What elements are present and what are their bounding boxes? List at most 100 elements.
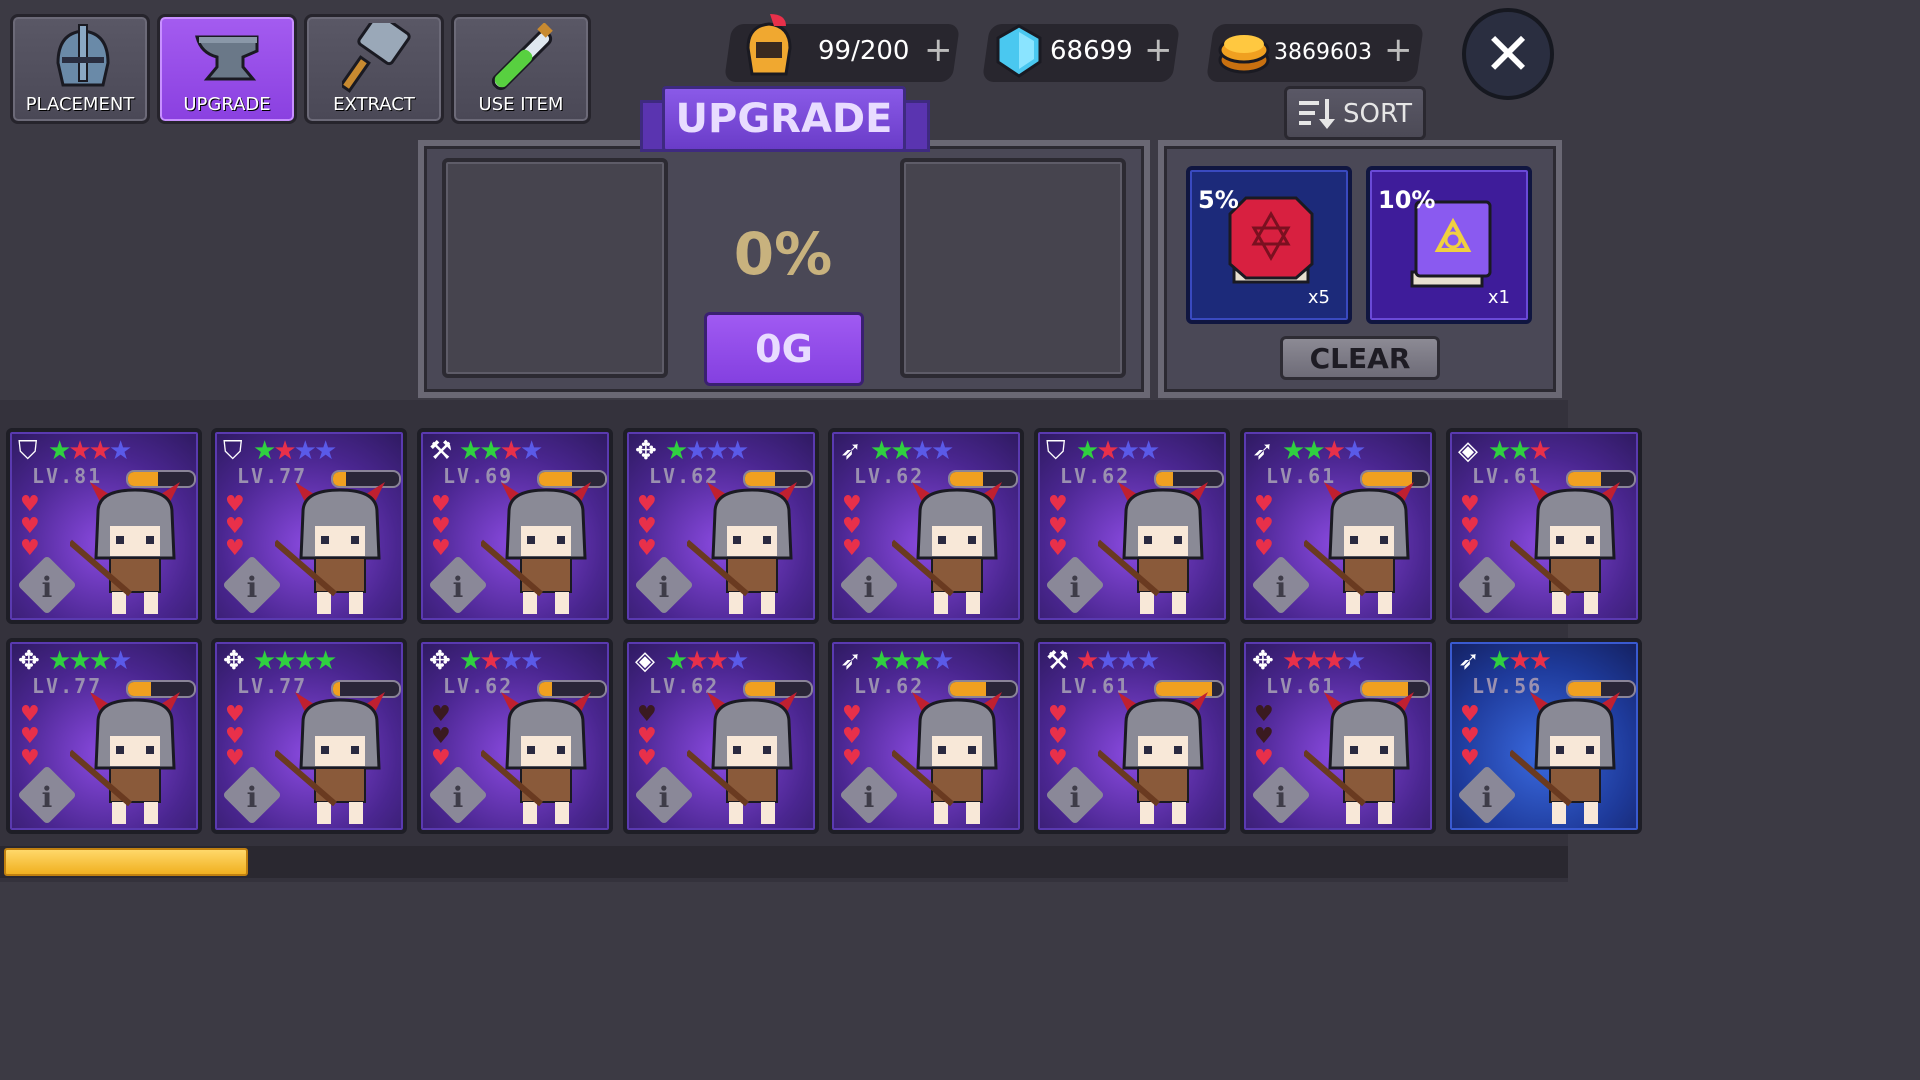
heart-icon: ♥ bbox=[637, 492, 657, 517]
info-icon[interactable]: i bbox=[437, 781, 479, 814]
info-icon[interactable]: i bbox=[1466, 571, 1508, 604]
tab-use-item[interactable]: USE ITEM bbox=[451, 14, 591, 124]
star-icon: ★ bbox=[1488, 436, 1511, 466]
heart-icon: ♥ bbox=[431, 536, 451, 561]
knight-sprite bbox=[892, 692, 1002, 824]
star-icon: ★ bbox=[725, 436, 749, 466]
shield-icon: ⛉ bbox=[18, 436, 38, 466]
info-icon[interactable]: i bbox=[1260, 781, 1302, 814]
unit-card[interactable]: ✥ ★★★★ LV.61 ♥ ♥ ♥ i bbox=[1240, 638, 1436, 834]
tab-upgrade[interactable]: UPGRADE bbox=[157, 14, 297, 124]
hearts: ♥ ♥ ♥ bbox=[20, 704, 44, 770]
info-icon[interactable]: i bbox=[848, 571, 890, 604]
scrollbar-thumb[interactable] bbox=[4, 848, 248, 876]
knight-sprite bbox=[1510, 482, 1620, 614]
sort-label: SORT bbox=[1343, 99, 1413, 129]
heart-icon: ♥ bbox=[1048, 702, 1068, 727]
star-rating: ★★★★ bbox=[48, 646, 132, 676]
knight-sprite bbox=[1510, 692, 1620, 824]
info-icon[interactable]: i bbox=[437, 571, 479, 604]
close-button[interactable]: ✕ bbox=[1462, 8, 1554, 100]
unit-card[interactable]: ⛉ ★★★★ LV.81 ♥ ♥ ♥ i bbox=[6, 428, 202, 624]
unit-card[interactable]: ✥ ★★★★ LV.62 ♥ ♥ ♥ i bbox=[417, 638, 613, 834]
heart-icon: ♥ bbox=[431, 702, 451, 727]
unit-card[interactable]: ⛉ ★★★★ LV.77 ♥ ♥ ♥ i bbox=[211, 428, 407, 624]
gems-value: 68699 bbox=[1050, 36, 1133, 66]
book-quantity: x5 bbox=[1307, 287, 1330, 308]
bow-icon: ➶ bbox=[1458, 646, 1480, 676]
star-icon: ★ bbox=[685, 646, 708, 676]
upgrade-slot-right[interactable] bbox=[900, 158, 1126, 378]
heart-icon: ♥ bbox=[1048, 746, 1068, 771]
star-icon: ★ bbox=[479, 646, 502, 676]
tab-placement[interactable]: PLACEMENT bbox=[10, 14, 150, 124]
info-icon[interactable]: i bbox=[1466, 781, 1508, 814]
star-icon: ★ bbox=[665, 436, 688, 466]
heart-icon: ♥ bbox=[1254, 702, 1274, 727]
red-book-item[interactable]: 5% x5 bbox=[1186, 166, 1352, 324]
star-icon: ★ bbox=[930, 436, 954, 466]
unit-card[interactable]: ✥ ★★★★ LV.62 ♥ ♥ ♥ i bbox=[623, 428, 819, 624]
unit-card[interactable]: ➶ ★★★ LV.56 ♥ ♥ ♥ i bbox=[1446, 638, 1642, 834]
heart-icon: ♥ bbox=[225, 746, 245, 771]
star-icon: ★ bbox=[1136, 646, 1160, 676]
info-icon[interactable]: i bbox=[643, 781, 685, 814]
unit-card[interactable]: ➶ ★★★★ LV.61 ♥ ♥ ♥ i bbox=[1240, 428, 1436, 624]
info-icon[interactable]: i bbox=[231, 781, 273, 814]
heart-icon: ♥ bbox=[1460, 724, 1480, 749]
star-icon: ★ bbox=[479, 436, 502, 466]
hearts: ♥ ♥ ♥ bbox=[842, 704, 866, 770]
info-icon[interactable]: i bbox=[26, 571, 68, 604]
heart-icon: ♥ bbox=[431, 746, 451, 771]
info-icon[interactable]: i bbox=[1054, 781, 1096, 814]
unit-card[interactable]: ◈ ★★★ LV.61 ♥ ♥ ♥ i bbox=[1446, 428, 1642, 624]
star-icon: ★ bbox=[1282, 436, 1305, 466]
heart-icon: ♥ bbox=[1460, 536, 1480, 561]
info-icon[interactable]: i bbox=[26, 781, 68, 814]
bow-icon: ➶ bbox=[840, 436, 862, 466]
clear-button[interactable]: CLEAR bbox=[1280, 336, 1440, 380]
heart-icon: ♥ bbox=[1048, 536, 1068, 561]
unit-card[interactable]: ✥ ★★★★ LV.77 ♥ ♥ ♥ i bbox=[6, 638, 202, 834]
star-icon: ★ bbox=[253, 646, 276, 676]
star-icon: ★ bbox=[1116, 646, 1140, 676]
unit-card[interactable]: ⛉ ★★★★ LV.62 ♥ ♥ ♥ i bbox=[1034, 428, 1230, 624]
axe-icon: ⚒ bbox=[1046, 646, 1070, 676]
unit-card[interactable]: ➶ ★★★★ LV.62 ♥ ♥ ♥ i bbox=[828, 428, 1024, 624]
knight-sprite bbox=[687, 482, 797, 614]
info-icon[interactable]: i bbox=[231, 571, 273, 604]
upgrade-slot-left[interactable] bbox=[442, 158, 668, 378]
knight-sprite bbox=[70, 692, 180, 824]
unit-card[interactable]: ✥ ★★★★ LV.77 ♥ ♥ ♥ i bbox=[211, 638, 407, 834]
gems-plus-button[interactable]: + bbox=[1144, 30, 1173, 70]
info-icon[interactable]: i bbox=[1260, 571, 1302, 604]
unit-card[interactable]: ➶ ★★★★ LV.62 ♥ ♥ ♥ i bbox=[828, 638, 1024, 834]
knight-sprite bbox=[275, 692, 385, 824]
purple-book-item[interactable]: 10% x1 bbox=[1366, 166, 1532, 324]
star-icon: ★ bbox=[1488, 646, 1511, 676]
heart-icon: ♥ bbox=[20, 702, 40, 727]
info-icon[interactable]: i bbox=[848, 781, 890, 814]
unit-card[interactable]: ⚒ ★★★★ LV.69 ♥ ♥ ♥ i bbox=[417, 428, 613, 624]
units-plus-button[interactable]: + bbox=[924, 30, 953, 70]
heart-icon: ♥ bbox=[1460, 746, 1480, 771]
heart-icon: ♥ bbox=[20, 724, 40, 749]
gold-plus-button[interactable]: + bbox=[1384, 30, 1413, 70]
bow-icon: ➶ bbox=[840, 646, 862, 676]
tab-extract[interactable]: EXTRACT bbox=[304, 14, 444, 124]
star-icon: ★ bbox=[910, 436, 934, 466]
heart-icon: ♥ bbox=[1460, 514, 1480, 539]
hearts: ♥ ♥ ♥ bbox=[431, 494, 455, 560]
book-percent: 10% bbox=[1378, 186, 1436, 214]
star-rating: ★★★★ bbox=[1282, 646, 1366, 676]
unit-card[interactable]: ◈ ★★★★ LV.62 ♥ ♥ ♥ i bbox=[623, 638, 819, 834]
unit-card[interactable]: ⚒ ★★★★ LV.61 ♥ ♥ ♥ i bbox=[1034, 638, 1230, 834]
red-spellbook-icon bbox=[1228, 196, 1314, 284]
heart-icon: ♥ bbox=[842, 536, 862, 561]
info-icon[interactable]: i bbox=[643, 571, 685, 604]
star-rating: ★★★ bbox=[1488, 436, 1552, 466]
upgrade-cost-button[interactable]: 0G bbox=[704, 312, 864, 386]
info-icon[interactable]: i bbox=[1054, 571, 1096, 604]
star-rating: ★★★★ bbox=[459, 436, 543, 466]
sort-button[interactable]: SORT bbox=[1284, 86, 1426, 140]
